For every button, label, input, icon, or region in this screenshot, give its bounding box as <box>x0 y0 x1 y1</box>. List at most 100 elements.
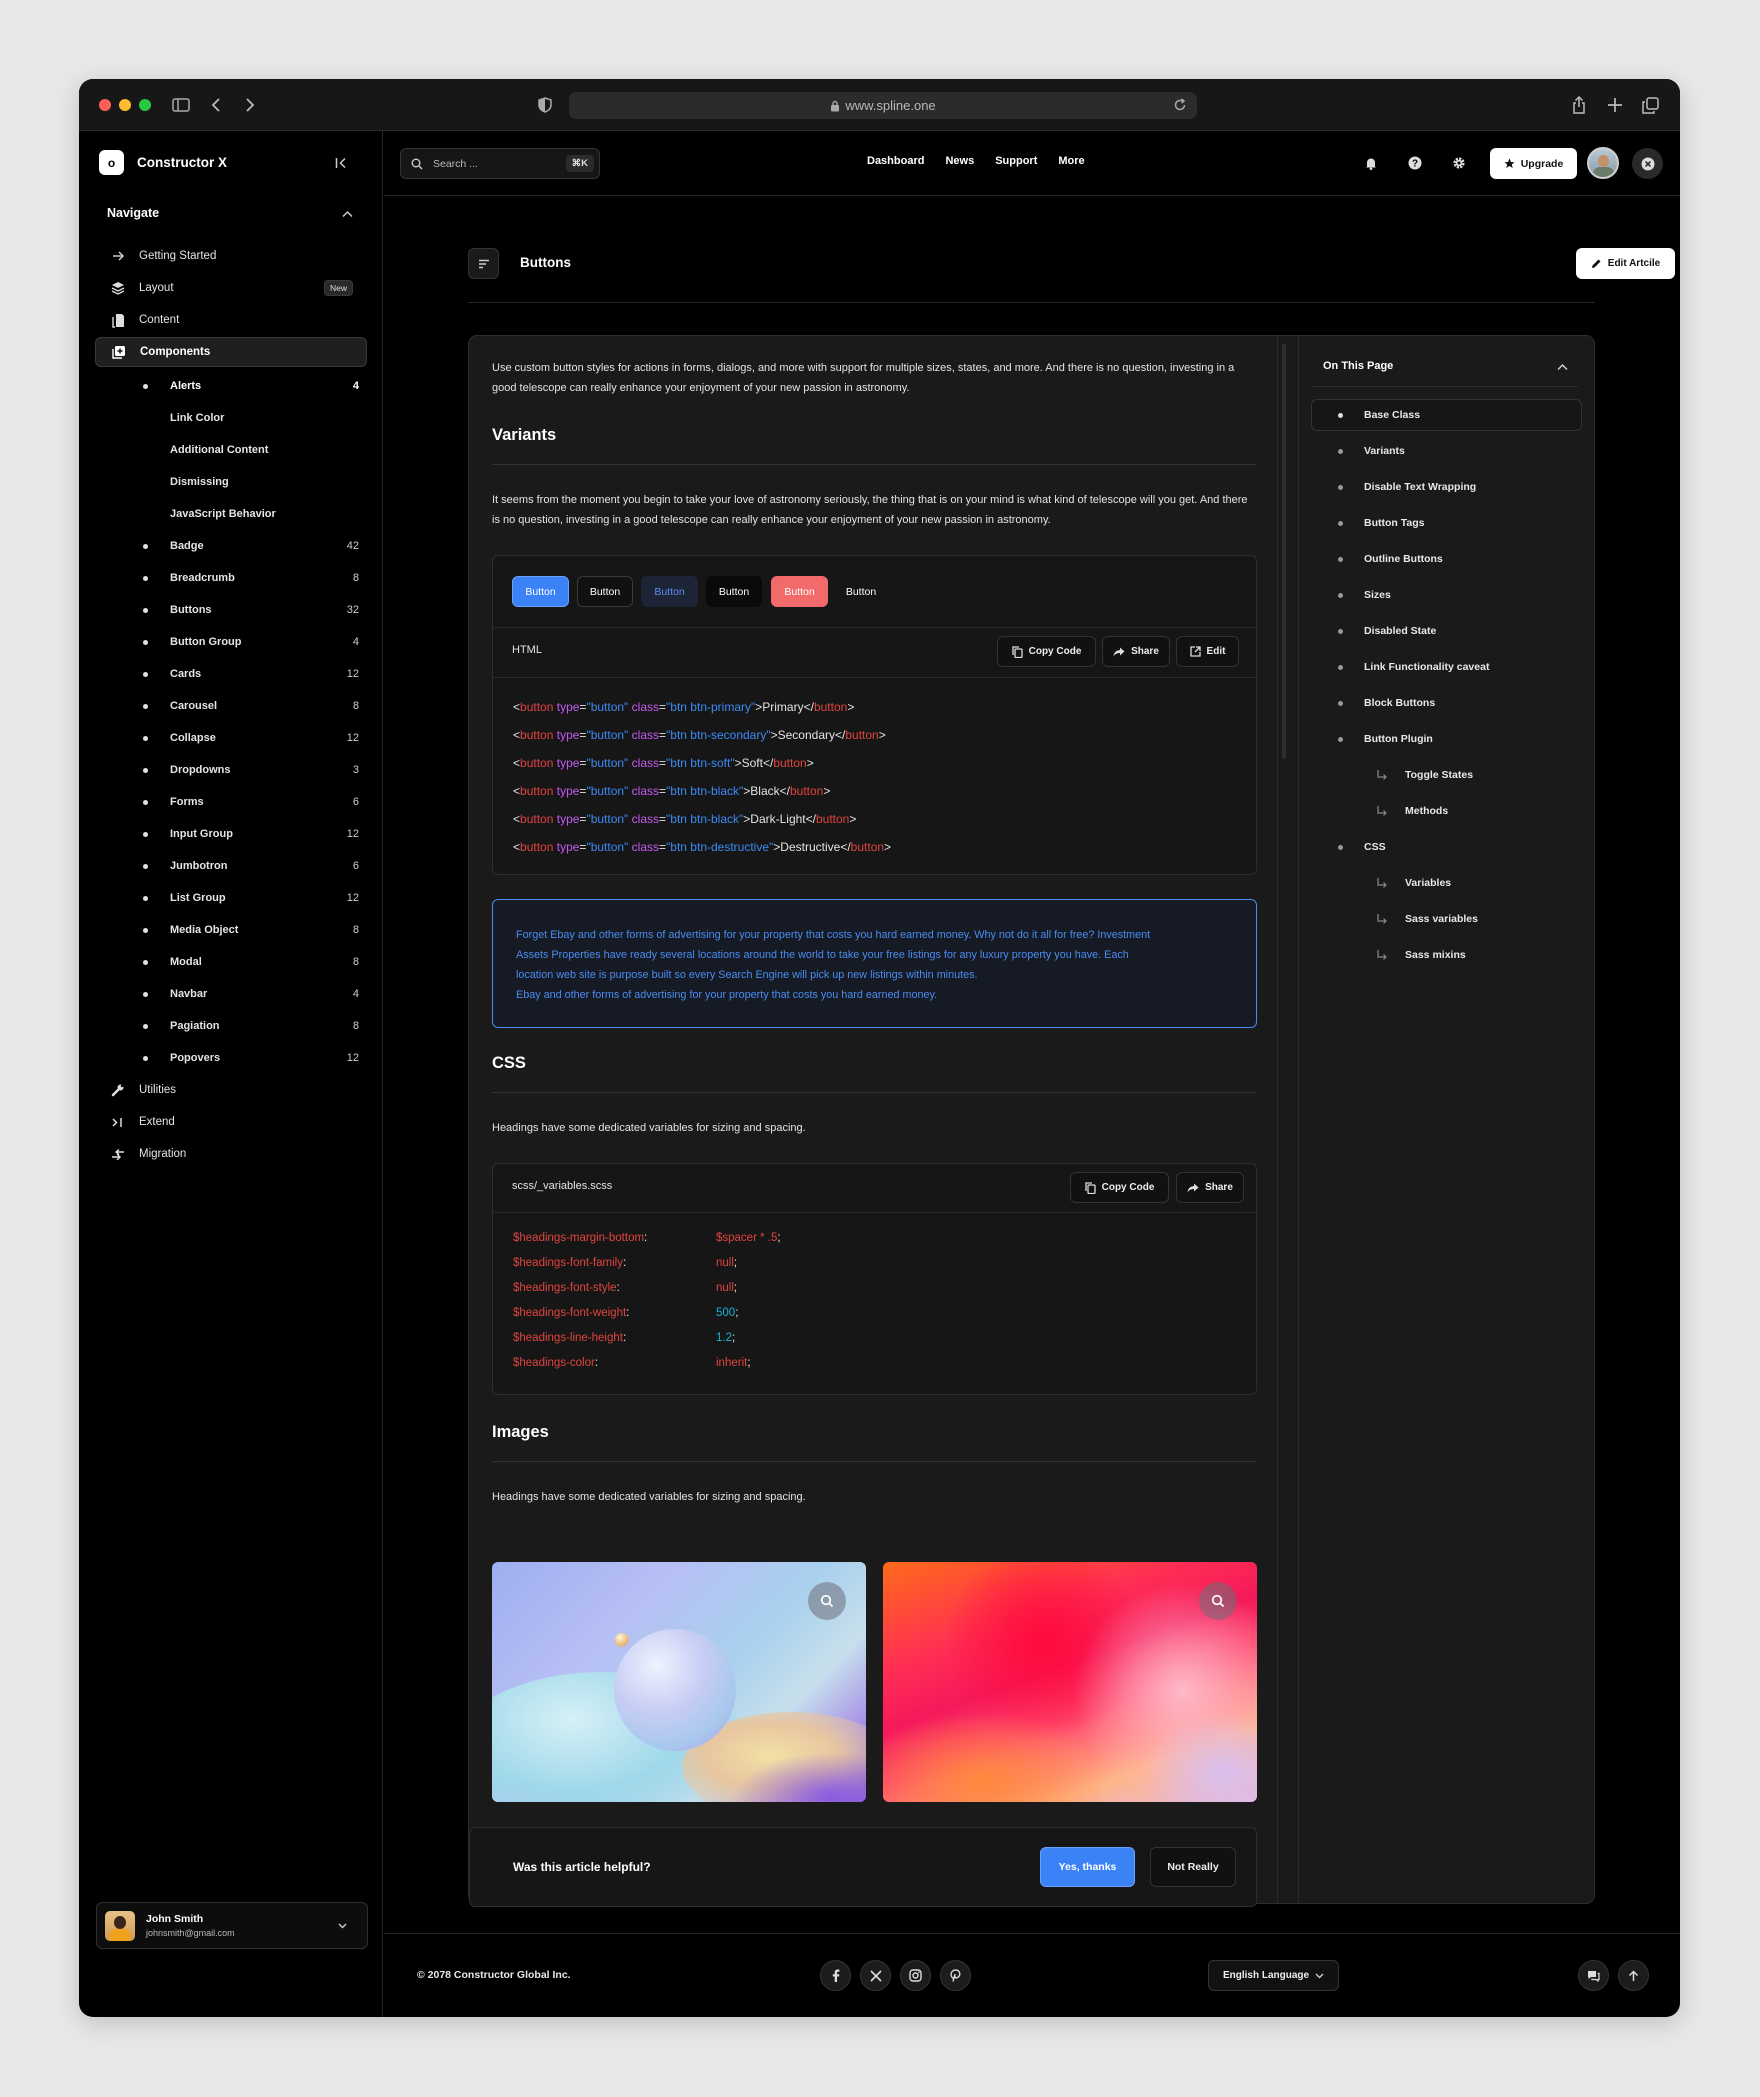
back-icon[interactable] <box>204 93 228 117</box>
sidebar-subitem-navbar[interactable]: Navbar 4 <box>131 982 371 1006</box>
chat-icon[interactable] <box>1578 1960 1609 1991</box>
toc-item[interactable]: Base Class <box>1319 400 1420 430</box>
toc-item[interactable]: Sizes <box>1319 580 1391 610</box>
toc-item[interactable]: Methods <box>1319 796 1448 826</box>
minimize-window-button[interactable] <box>119 99 131 111</box>
privacy-shield-icon[interactable] <box>533 93 557 117</box>
forward-icon[interactable] <box>238 93 262 117</box>
sidebar-subitem-dropdowns[interactable]: Dropdowns 3 <box>131 758 371 782</box>
bell-icon[interactable] <box>1365 157 1377 170</box>
new-tab-icon[interactable] <box>1603 93 1627 117</box>
feedback-yes-button[interactable]: Yes, thanks <box>1040 1847 1135 1887</box>
toc-item[interactable]: Link Functionality caveat <box>1319 652 1489 682</box>
preview-soft-button[interactable]: Button <box>641 576 698 607</box>
feedback-no-button[interactable]: Not Really <box>1150 1847 1236 1887</box>
sidebar-item-layout[interactable]: Layout New <box>95 273 367 303</box>
toc-toggle-button[interactable] <box>468 248 499 279</box>
sidebar-subitem-carousel[interactable]: Carousel 8 <box>131 694 371 718</box>
content-scrollbar[interactable] <box>1282 344 1286 759</box>
sidebar-subitem-button-group[interactable]: Button Group 4 <box>131 630 371 654</box>
language-selector[interactable]: English Language <box>1208 1960 1339 1991</box>
toc-item[interactable]: Button Tags <box>1319 508 1424 538</box>
sidebar-item-migration[interactable]: Migration <box>95 1139 367 1169</box>
collapse-sidebar-icon[interactable] <box>335 157 349 169</box>
sidebar-item-getting-started[interactable]: Getting Started <box>95 241 367 271</box>
toc-item[interactable]: Disable Text Wrapping <box>1319 472 1476 502</box>
sidebar-subitem-media-object[interactable]: Media Object 8 <box>131 918 371 942</box>
user-card[interactable]: John Smith johnsmith@gmail.com <box>96 1902 368 1949</box>
share-code-button[interactable]: Share <box>1102 636 1170 667</box>
sidebar-subitem-link-color[interactable]: Link Color <box>131 406 371 430</box>
toc-item[interactable]: Sass mixins <box>1319 940 1466 970</box>
scroll-to-top-icon[interactable] <box>1618 1960 1649 1991</box>
toc-item[interactable]: Variants <box>1319 436 1405 466</box>
toc-item[interactable]: Disabled State <box>1319 616 1436 646</box>
toc-item[interactable]: CSS <box>1319 832 1386 862</box>
scss-share-button[interactable]: Share <box>1176 1172 1244 1203</box>
toc-item[interactable]: Block Buttons <box>1319 688 1435 718</box>
sidebar-subitem-alerts[interactable]: Alerts 4 <box>131 374 371 398</box>
help-icon[interactable]: ? <box>1408 156 1422 170</box>
x-icon[interactable] <box>860 1960 891 1991</box>
sidebar-item-utilities[interactable]: Utilities <box>95 1075 367 1105</box>
sidebar-toggle-icon[interactable] <box>169 93 193 117</box>
gallery-image-gradient[interactable] <box>883 1562 1257 1802</box>
menu-support[interactable]: Support <box>995 155 1037 167</box>
sidebar-subitem-cards[interactable]: Cards 12 <box>131 662 371 686</box>
sidebar-subitem-collapse[interactable]: Collapse 12 <box>131 726 371 750</box>
share-icon[interactable] <box>1567 93 1591 117</box>
sidebar-item-components[interactable]: Components <box>95 337 367 367</box>
brand[interactable]: o Constructor X <box>99 150 227 175</box>
toc-collapse-chevron-icon[interactable] <box>1557 363 1568 371</box>
toc-item[interactable]: Button Plugin <box>1319 724 1433 754</box>
gallery-image-sphere[interactable] <box>492 1562 866 1802</box>
menu-dashboard[interactable]: Dashboard <box>867 155 924 167</box>
close-window-button[interactable] <box>99 99 111 111</box>
nav-collapse-chevron-icon[interactable] <box>342 210 353 218</box>
menu-more[interactable]: More <box>1058 155 1084 167</box>
chevron-down-icon[interactable] <box>338 1923 347 1929</box>
toc-item[interactable]: Outline Buttons <box>1319 544 1443 574</box>
instagram-icon[interactable] <box>900 1960 931 1991</box>
zoom-button[interactable] <box>808 1582 846 1620</box>
sidebar-item-extend[interactable]: Extend <box>95 1107 367 1137</box>
sidebar-subitem-badge[interactable]: Badge 42 <box>131 534 371 558</box>
sidebar-subitem-pagiation[interactable]: Pagiation 8 <box>131 1014 371 1038</box>
facebook-icon[interactable] <box>820 1960 851 1991</box>
sidebar-subitem-javascript-behavior[interactable]: JavaScript Behavior <box>131 502 371 526</box>
upgrade-button[interactable]: Upgrade <box>1490 148 1577 179</box>
tabs-overview-icon[interactable] <box>1638 93 1662 117</box>
sidebar-item-content[interactable]: Content <box>95 305 367 335</box>
toc-item[interactable]: Sass variables <box>1319 904 1478 934</box>
preview-dark-light-button[interactable]: Button <box>836 576 886 607</box>
settings-gear-icon[interactable] <box>1452 156 1466 170</box>
sidebar-subitem-dismissing[interactable]: Dismissing <box>131 470 371 494</box>
toc-item[interactable]: Toggle States <box>1319 760 1473 790</box>
edit-article-button[interactable]: Edit Artcile <box>1576 248 1675 279</box>
zoom-button[interactable] <box>1199 1582 1237 1620</box>
reload-icon[interactable] <box>1173 98 1187 112</box>
address-bar[interactable]: www.spline.one <box>569 92 1197 119</box>
sidebar-subitem-additional-content[interactable]: Additional Content <box>131 438 371 462</box>
scss-copy-code-button[interactable]: Copy Code <box>1070 1172 1169 1203</box>
sidebar-subitem-forms[interactable]: Forms 6 <box>131 790 371 814</box>
sidebar-subitem-list-group[interactable]: List Group 12 <box>131 886 371 910</box>
sidebar-subitem-modal[interactable]: Modal 8 <box>131 950 371 974</box>
menu-news[interactable]: News <box>945 155 974 167</box>
sidebar-subitem-buttons[interactable]: Buttons 32 <box>131 598 371 622</box>
sidebar-subitem-jumbotron[interactable]: Jumbotron 6 <box>131 854 371 878</box>
preview-destructive-button[interactable]: Button <box>771 576 828 607</box>
preview-primary-button[interactable]: Button <box>512 576 569 607</box>
sidebar-subitem-popovers[interactable]: Popovers 12 <box>131 1046 371 1070</box>
preview-secondary-button[interactable]: Button <box>577 576 633 607</box>
close-circle-button[interactable] <box>1632 148 1663 179</box>
profile-avatar[interactable] <box>1587 147 1619 179</box>
sidebar-subitem-breadcrumb[interactable]: Breadcrumb 8 <box>131 566 371 590</box>
toc-item[interactable]: Variables <box>1319 868 1451 898</box>
edit-code-button[interactable]: Edit <box>1176 636 1239 667</box>
search-input[interactable]: Search ... ⌘K <box>400 148 600 179</box>
sidebar-subitem-input-group[interactable]: Input Group 12 <box>131 822 371 846</box>
preview-black-button[interactable]: Button <box>706 576 762 607</box>
maximize-window-button[interactable] <box>139 99 151 111</box>
pinterest-icon[interactable] <box>940 1960 971 1991</box>
